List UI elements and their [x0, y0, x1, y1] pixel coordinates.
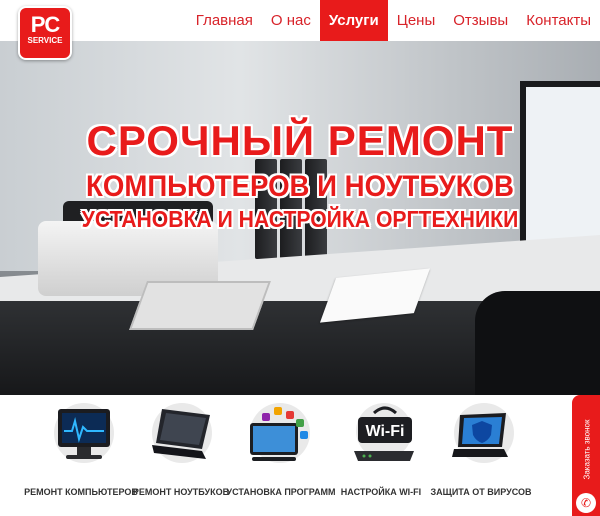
- svg-text:Wi‑Fi: Wi‑Fi: [366, 423, 405, 440]
- nav-reviews[interactable]: Отзывы: [444, 0, 517, 41]
- nav-home[interactable]: Главная: [187, 0, 262, 41]
- service-pc-repair[interactable]: РЕМОНТ КОМПЬЮТЕРОВ: [24, 395, 138, 516]
- service-label: РЕМОНТ НОУТБУКОВ: [132, 487, 230, 497]
- software-apps-icon: [250, 403, 310, 463]
- hero-title: СРОЧНЫЙ РЕМОНТ: [86, 117, 514, 164]
- nav-prices[interactable]: Цены: [388, 0, 445, 41]
- logo-text-pc: PC: [30, 12, 61, 37]
- site-header: PC SERVICE Главная О нас Услуги Цены Отз…: [0, 0, 600, 60]
- service-label: РЕМОНТ КОМПЬЮТЕРОВ: [24, 487, 138, 497]
- logo-text-service: SERVICE: [27, 36, 63, 45]
- callback-label: Заказать звонок: [582, 419, 592, 480]
- service-label: НАСТРОЙКА WI-FI: [340, 487, 422, 497]
- service-label: ЗАЩИТА ОТ ВИРУСОВ: [430, 487, 532, 497]
- service-software-install[interactable]: УСТАНОВКА ПРОГРАММ: [224, 395, 335, 516]
- nav-about[interactable]: О нас: [262, 0, 320, 41]
- pc-service-logo[interactable]: PC SERVICE: [18, 6, 72, 60]
- main-nav: Главная О нас Услуги Цены Отзывы Контакт…: [187, 0, 600, 41]
- nav-services[interactable]: Услуги: [319, 0, 388, 41]
- service-wifi-setup[interactable]: Wi‑Fi НАСТРОЙКА WI-FI: [324, 395, 424, 516]
- service-label: УСТАНОВКА ПРОГРАММ: [226, 487, 336, 497]
- services-strip: РЕМОНТ КОМПЬЮТЕРОВ РЕМОНТ НОУТБУКОВ УСТА…: [0, 395, 600, 516]
- hero-chair-image: [475, 291, 600, 395]
- hero-banner: СРОЧНЫЙ РЕМОНТ КОМПЬЮТЕРОВ И НОУТБУКОВ У…: [0, 41, 600, 395]
- hero-subtitle-2: УСТАНОВКА И НАСТРОЙКА ОРГТЕХНИКИ: [81, 206, 519, 232]
- service-antivirus[interactable]: ЗАЩИТА ОТ ВИРУСОВ: [424, 395, 531, 516]
- laptop-icon: [152, 403, 212, 463]
- antivirus-shield-icon: [452, 403, 514, 463]
- callback-button[interactable]: Заказать звонок ✆: [572, 395, 600, 516]
- service-laptop-repair[interactable]: РЕМОНТ НОУТБУКОВ: [124, 395, 229, 516]
- wifi-router-icon: Wi‑Fi: [354, 403, 414, 461]
- computer-monitor-icon: [54, 403, 114, 463]
- nav-contacts[interactable]: Контакты: [517, 0, 600, 41]
- phone-icon: ✆: [576, 493, 596, 513]
- hero-subtitle: КОМПЬЮТЕРОВ И НОУТБУКОВ: [86, 170, 514, 203]
